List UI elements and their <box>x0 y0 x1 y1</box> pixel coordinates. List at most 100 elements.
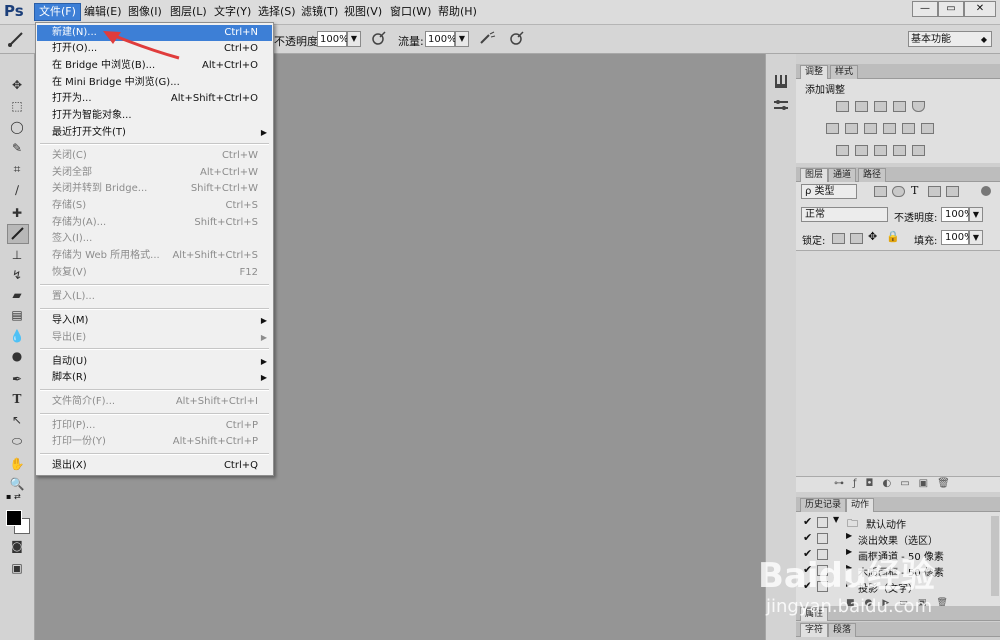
maximize-button[interactable]: ▭ <box>938 1 964 17</box>
filter-smart-object-icon[interactable] <box>946 186 959 197</box>
ellipse-tool-icon[interactable]: ⬭ <box>7 432 27 450</box>
airbrush-icon[interactable] <box>478 31 496 47</box>
minimize-button[interactable]: — <box>912 1 938 17</box>
expand-arrow-icon[interactable]: ▼ <box>833 515 839 524</box>
tab-styles[interactable]: 样式 <box>830 65 859 79</box>
brush-preset-icon[interactable] <box>6 30 28 48</box>
tab-paths[interactable]: 路径 <box>858 168 887 182</box>
menu-view[interactable]: 视图(V) <box>340 4 386 20</box>
vibrance-icon[interactable] <box>912 101 925 112</box>
list-item[interactable]: ✔ ▶ 淡出效果（选区） <box>796 530 990 547</box>
eraser-tool-icon[interactable]: ▰ <box>7 286 27 304</box>
menu-item-recent-files[interactable]: 最近打开文件(T) ▶ <box>37 125 272 141</box>
spot-healing-tool-icon[interactable]: ✚ <box>7 204 27 222</box>
history-brush-tool-icon[interactable]: ↯ <box>7 266 27 284</box>
dialog-toggle-icon[interactable] <box>817 533 828 544</box>
tab-actions[interactable]: 动作 <box>846 498 875 512</box>
new-layer-icon[interactable]: ▣ <box>919 478 937 489</box>
menu-item-import[interactable]: 导入(M) ▶ <box>37 313 272 329</box>
fill-dropdown-icon[interactable]: ▼ <box>969 230 983 245</box>
zoom-tool-icon[interactable]: 🔍 <box>7 475 27 493</box>
levels-icon[interactable] <box>855 101 868 112</box>
delete-layer-icon[interactable]: 🗑 <box>937 478 959 489</box>
path-selection-tool-icon[interactable]: ↖ <box>7 411 27 429</box>
black-white-icon[interactable] <box>864 123 877 134</box>
fill-input[interactable]: 100% <box>941 230 974 245</box>
photo-filter-icon[interactable] <box>883 123 896 134</box>
menu-item-export[interactable]: 导出(E) ▶ <box>37 330 272 346</box>
pressure-opacity-icon[interactable] <box>370 31 386 47</box>
menu-item-print[interactable]: 打印(P)... Ctrl+P <box>37 418 272 434</box>
pen-tool-icon[interactable]: ✒ <box>7 370 27 388</box>
menu-item-file-info[interactable]: 文件简介(F)... Alt+Shift+Ctrl+I <box>37 394 272 410</box>
new-group-icon[interactable]: ▭ <box>900 478 918 489</box>
quick-mask-icon[interactable]: ◙ <box>7 537 27 555</box>
hand-tool-icon[interactable]: ✋ <box>7 455 27 473</box>
lasso-tool-icon[interactable]: ◯ <box>7 118 27 136</box>
menu-item-save-for-web[interactable]: 存储为 Web 所用格式... Alt+Shift+Ctrl+S <box>37 248 272 264</box>
menu-item-open-smart-object[interactable]: 打开为智能对象... <box>37 108 272 124</box>
layers-list[interactable] <box>796 250 1000 477</box>
menu-edit[interactable]: 编辑(E) <box>80 4 126 20</box>
blur-tool-icon[interactable]: 💧 <box>7 327 27 345</box>
tab-layers[interactable]: 图层 <box>800 168 829 182</box>
layer-kind-filter[interactable]: ρ 类型 <box>801 184 857 199</box>
gradient-tool-icon[interactable]: ▤ <box>7 306 27 324</box>
marquee-tool-icon[interactable]: ⬚ <box>7 97 27 115</box>
flow-input[interactable]: 100% <box>425 31 457 47</box>
menu-item-open-as[interactable]: 打开为... Alt+Shift+Ctrl+O <box>37 91 272 107</box>
blend-mode-select[interactable]: 正常 <box>801 207 888 222</box>
menu-item-automate[interactable]: 自动(U) ▶ <box>37 354 272 370</box>
tab-channels[interactable]: 通道 <box>828 168 857 182</box>
list-item[interactable]: ✔ ▼ 🗀 默认动作 <box>796 514 990 531</box>
brush-tool-icon[interactable] <box>7 224 29 244</box>
screen-mode-icon[interactable]: ▣ <box>7 559 27 577</box>
lock-image-icon[interactable] <box>850 233 863 244</box>
lock-transparent-icon[interactable] <box>832 233 845 244</box>
color-lookup-icon[interactable] <box>921 123 934 134</box>
filter-pixel-icon[interactable] <box>874 186 887 197</box>
color-balance-icon[interactable] <box>845 123 858 134</box>
flow-dropdown-icon[interactable]: ▼ <box>455 31 469 47</box>
tab-history[interactable]: 历史记录 <box>800 498 847 512</box>
menu-item-check-in[interactable]: 签入(I)... <box>37 231 272 247</box>
menu-help[interactable]: 帮助(H) <box>434 4 481 20</box>
menu-item-exit[interactable]: 退出(X) Ctrl+Q <box>37 458 272 474</box>
menu-window[interactable]: 窗口(W) <box>386 4 435 20</box>
menu-item-close-go-bridge[interactable]: 关闭并转到 Bridge... Shift+Ctrl+W <box>37 181 272 197</box>
menu-item-revert[interactable]: 恢复(V) F12 <box>37 265 272 281</box>
swap-colors-icon[interactable]: ▪ ⇄ <box>6 492 30 504</box>
fx-icon[interactable]: ƒ <box>853 478 866 489</box>
gradient-map-icon[interactable] <box>893 145 906 156</box>
invert-icon[interactable] <box>836 145 849 156</box>
menu-image[interactable]: 图像(I) <box>124 4 166 20</box>
menu-item-place[interactable]: 置入(L)... <box>37 289 272 305</box>
menu-type[interactable]: 文字(Y) <box>210 4 255 20</box>
lock-all-icon[interactable]: 🔒 <box>886 230 900 243</box>
menu-item-print-one-copy[interactable]: 打印一份(Y) Alt+Shift+Ctrl+P <box>37 434 272 450</box>
menu-item-save-as[interactable]: 存储为(A)... Shift+Ctrl+S <box>37 215 272 231</box>
menu-select[interactable]: 选择(S) <box>254 4 300 20</box>
filter-toggle-icon[interactable] <box>981 186 991 196</box>
menu-filter[interactable]: 滤镜(T) <box>297 4 342 20</box>
menu-item-close-all[interactable]: 关闭全部 Alt+Ctrl+W <box>37 165 272 181</box>
workspace-switcher[interactable]: 基本功能 ◆ <box>908 31 992 47</box>
menu-layer[interactable]: 图层(L) <box>166 4 211 20</box>
eyedropper-tool-icon[interactable]: ∕ <box>7 181 27 199</box>
tab-adjustments[interactable]: 调整 <box>800 65 829 79</box>
dialog-toggle-icon[interactable] <box>817 517 828 528</box>
layer-opacity-input[interactable]: 100% <box>941 207 974 222</box>
selective-color-icon[interactable] <box>912 145 925 156</box>
pressure-size-icon[interactable] <box>508 31 524 47</box>
menu-item-close[interactable]: 关闭(C) Ctrl+W <box>37 148 272 164</box>
threshold-icon[interactable] <box>874 145 887 156</box>
add-mask-icon[interactable]: ◘ <box>866 478 883 489</box>
curves-icon[interactable] <box>874 101 887 112</box>
menu-item-browse-mini-bridge[interactable]: 在 Mini Bridge 中浏览(G)... <box>37 75 272 91</box>
opacity-dropdown-icon[interactable]: ▼ <box>347 31 361 47</box>
dodge-tool-icon[interactable]: ● <box>7 347 27 365</box>
crop-tool-icon[interactable]: ⌗ <box>7 160 27 178</box>
exposure-icon[interactable] <box>893 101 906 112</box>
menu-file[interactable]: 文件(F) <box>34 3 81 21</box>
channel-mixer-icon[interactable] <box>902 123 915 134</box>
